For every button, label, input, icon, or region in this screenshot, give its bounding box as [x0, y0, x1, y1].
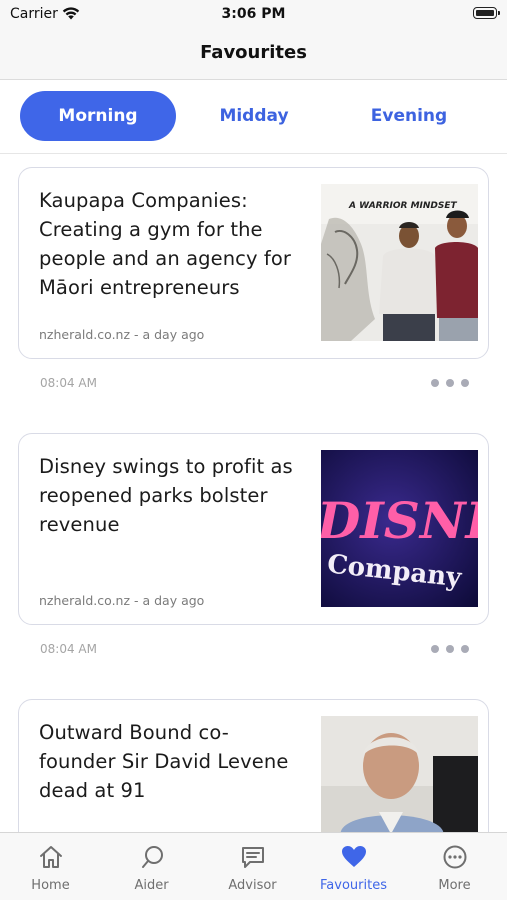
more-options-icon[interactable] [428, 376, 472, 390]
tab-advisor[interactable]: Advisor [202, 833, 303, 901]
article-source: nzherald.co.nz - a day ago [39, 327, 205, 342]
page-title: Favourites [200, 42, 307, 63]
image-logo-text: DISNEY [321, 491, 478, 550]
more-options-icon[interactable] [428, 642, 472, 656]
status-bar: Carrier 3:06 PM [0, 0, 507, 28]
tab-label: Home [31, 878, 70, 893]
article-thumbnail: A WARRIOR MINDSET [321, 184, 478, 341]
tab-label: Aider [134, 878, 169, 893]
navigation-bar: Favourites [0, 28, 507, 80]
tab-label: More [438, 878, 471, 893]
tab-favourites[interactable]: Favourites [303, 833, 404, 901]
article-time: 08:04 AM [40, 642, 97, 656]
tab-bar: Home Aider Advisor Favourites More [0, 832, 507, 900]
clock-time: 3:06 PM [221, 6, 286, 22]
more-icon [441, 843, 469, 871]
home-icon [37, 843, 65, 871]
article-headline: Disney swings to profit as reopened park… [39, 455, 293, 536]
article-time: 08:04 AM [40, 376, 97, 390]
segment-morning[interactable]: Morning [20, 91, 176, 141]
time-of-day-segmented-control: Morning Midday Evening [0, 80, 507, 154]
article-card[interactable]: Disney swings to profit as reopened park… [18, 433, 489, 625]
article-thumbnail: DISNEY Company [321, 450, 478, 607]
article-card[interactable]: Outward Bound co-founder Sir David Leven… [18, 699, 489, 832]
image-caption-text: A WARRIOR MINDSET [348, 201, 458, 211]
tab-home[interactable]: Home [0, 833, 101, 901]
chat-bubble-icon [138, 843, 166, 871]
message-icon [239, 843, 267, 871]
article-thumbnail [321, 716, 478, 832]
heart-icon [340, 843, 368, 871]
battery-icon [473, 7, 500, 19]
tab-aider[interactable]: Aider [101, 833, 202, 901]
article-card[interactable]: Kaupapa Companies: Creating a gym for th… [18, 167, 489, 359]
tab-more[interactable]: More [404, 833, 505, 901]
article-headline: Outward Bound co-founder Sir David Leven… [39, 721, 289, 802]
segment-midday[interactable]: Midday [176, 91, 332, 141]
segment-evening[interactable]: Evening [331, 91, 487, 141]
favourites-feed: Kaupapa Companies: Creating a gym for th… [0, 154, 507, 832]
tab-label: Favourites [320, 878, 387, 893]
tab-label: Advisor [228, 878, 277, 893]
article-headline: Kaupapa Companies: Creating a gym for th… [39, 189, 292, 299]
article-source: nzherald.co.nz - a day ago [39, 593, 205, 608]
